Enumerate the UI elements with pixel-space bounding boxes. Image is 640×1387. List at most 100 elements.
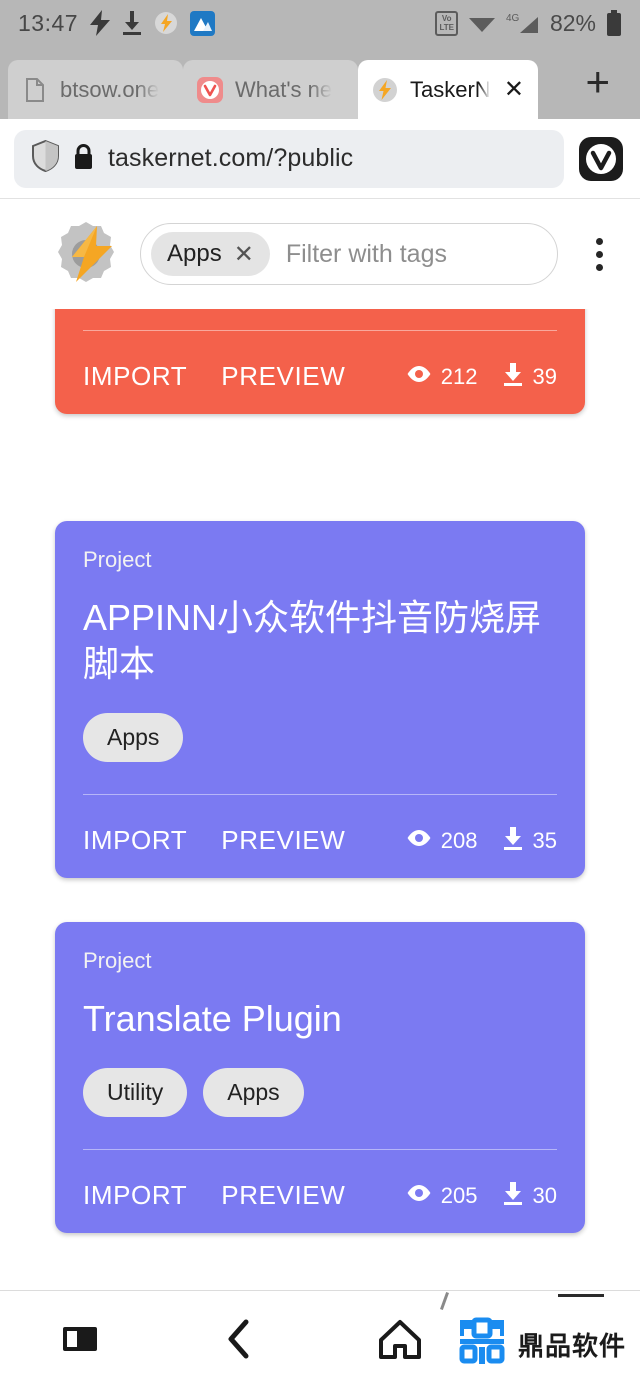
browser-tab-title: TaskerN [410,76,490,102]
eye-icon [406,1184,432,1207]
card-title: APPINN小众软件抖音防烧屏脚本 [83,597,542,685]
card-gap [0,477,640,521]
kebab-dot [595,263,603,271]
downloads-count: 35 [532,827,557,853]
tasker-icon [372,77,398,103]
download-icon [502,1181,524,1210]
taskernet-card[interactable]: Project Translate Plugin Utility Apps IM… [55,922,585,1234]
download-icon [122,11,142,35]
watermark-text: 鼎品软件 [517,1331,626,1361]
downloads-count: 30 [532,1182,557,1208]
card-stats: 205 30 [406,1181,557,1210]
vivaldi-menu-icon[interactable] [576,134,626,184]
watermark-dash [558,1294,604,1297]
browser-tab-title: btsow.one [60,76,160,102]
card-tags: Utility Apps [83,1068,557,1118]
tag-filter-input[interactable]: Filter with tags [280,240,447,269]
eye-icon [406,829,432,852]
url-text: taskernet.com/?public [108,144,354,172]
browser-tab-title: What's ne [235,76,333,102]
tag-chip[interactable]: Apps [203,1068,304,1118]
android-nav-bar: 鼎品软件 [0,1290,640,1387]
card-divider [83,794,557,796]
import-button[interactable]: IMPORT [83,361,187,392]
kebab-dot [595,250,603,258]
close-icon[interactable]: ✕ [234,240,254,269]
gallery-icon [190,10,216,36]
watermark-tick [440,1292,449,1310]
import-button[interactable]: IMPORT [83,1180,187,1211]
card-tags: Apps [83,713,557,763]
views-stat: 212 [406,364,478,390]
tag-chip[interactable]: Utility [83,1068,188,1118]
import-button[interactable]: IMPORT [83,825,187,856]
address-bar: taskernet.com/?public [0,119,640,199]
card-footer: IMPORT PREVIEW 212 39 [83,361,557,392]
site-header: Apps ✕ Filter with tags [0,199,640,309]
status-bar-right: Vo LTE 4G 82% [435,10,622,37]
vivaldi-icon [197,76,223,103]
card-divider [83,1149,557,1151]
downloads-count: 39 [532,363,557,389]
browser-tab-strip: btsow.one What's ne TaskerN ✕ + [0,46,640,119]
tasker-gear-icon[interactable] [50,218,122,290]
browser-tab-0[interactable]: btsow.one [8,60,183,119]
card-footer: IMPORT PREVIEW 208 35 [83,825,557,856]
views-stat: 208 [406,828,478,854]
preview-button[interactable]: PREVIEW [221,825,345,856]
lock-icon [73,143,94,175]
signal-icon: 4G [506,11,540,35]
eye-icon [406,365,432,388]
card-footer: IMPORT PREVIEW 205 30 [83,1180,557,1211]
back-icon[interactable] [160,1317,320,1361]
status-bar: 13:47 Vo LTE 4G 82% [0,0,640,46]
views-count: 212 [440,363,478,389]
download-icon [502,362,524,391]
preview-button[interactable]: PREVIEW [221,1180,345,1211]
wifi-icon [468,12,496,34]
page-icon [22,77,48,103]
shield-icon[interactable] [32,139,59,177]
watermark: 鼎品软件 [440,1292,626,1373]
downloads-stat: 30 [502,1181,557,1210]
recents-icon[interactable] [0,1318,160,1360]
downloads-stat: 35 [502,826,557,855]
card-stats: 208 35 [406,826,557,855]
views-stat: 205 [406,1183,478,1209]
downloads-stat: 39 [502,362,557,391]
selected-tag-chip[interactable]: Apps ✕ [151,232,270,276]
tasker-icon [154,11,178,35]
dingpin-logo-icon [456,1316,508,1373]
download-icon [502,826,524,855]
card-kind-label: Project [83,547,152,572]
status-clock: 13:47 [18,9,79,36]
browser-tab-1[interactable]: What's ne [183,60,358,119]
browser-tab-2[interactable]: TaskerN ✕ [358,60,538,119]
taskernet-card[interactable]: Project APPINN小众软件抖音防烧屏脚本 Apps IMPORT PR… [55,521,585,879]
card-list[interactable]: Utility Root Apps IMPORT PREVIEW 212 [0,309,640,1290]
card-clipped-wrapper: Utility Root Apps IMPORT PREVIEW 212 [0,309,640,477]
card-stats: 212 39 [406,362,557,391]
status-bar-left: 13:47 [18,9,216,37]
kebab-menu-icon[interactable] [576,237,622,271]
volte-icon: Vo LTE [435,10,458,36]
new-tab-button[interactable]: + [563,61,632,119]
selected-tag-label: Apps [167,240,222,267]
flash-icon [90,10,111,36]
card-kind-label: Project [83,948,152,974]
card-gap [0,878,640,922]
battery-icon [606,10,622,36]
views-count: 205 [440,1182,478,1208]
preview-button[interactable]: PREVIEW [221,361,345,392]
views-count: 208 [440,827,478,853]
kebab-dot [595,237,603,245]
url-input[interactable]: taskernet.com/?public [14,129,564,188]
card-divider [83,330,557,331]
battery-percent: 82% [549,9,596,36]
card-title: Translate Plugin [83,998,342,1040]
tag-chip[interactable]: Apps [83,713,184,763]
close-icon[interactable]: ✕ [504,75,524,104]
taskernet-card[interactable]: Utility Root Apps IMPORT PREVIEW 212 [55,309,585,414]
tag-filter-bar[interactable]: Apps ✕ Filter with tags [140,223,558,285]
svg-text:4G: 4G [506,13,520,24]
